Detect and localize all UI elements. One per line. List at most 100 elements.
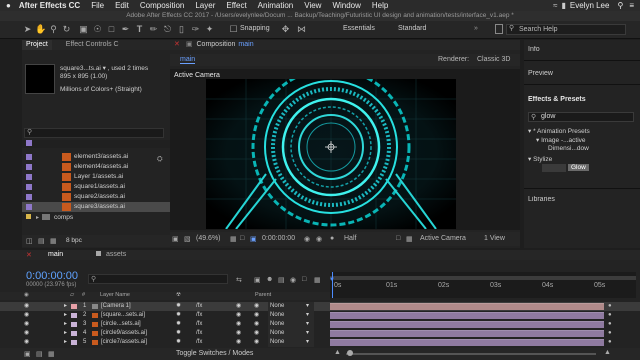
parent-pickwhip-icon[interactable]: ◉ (254, 338, 259, 347)
trash-icon[interactable]: ◫ (26, 237, 33, 245)
region-icon[interactable]: ▣ (250, 235, 257, 243)
layer-name[interactable]: [circle9/assets.ai] (101, 329, 147, 338)
menu-composition[interactable]: Composition (140, 1, 184, 10)
layer-switch-icon[interactable]: ✹ (176, 311, 181, 320)
expand-layer-switches-icon[interactable]: ▣ (24, 350, 31, 358)
timeline-tab-assets[interactable]: assets (106, 251, 126, 258)
puppet-tool-icon[interactable]: ✦ (204, 24, 215, 35)
tree-image-active[interactable]: ▾ Image -...active (536, 136, 586, 144)
tab-composition[interactable]: Composition (197, 40, 236, 50)
layer-fx-icon[interactable]: /fx (196, 329, 202, 338)
layer-3d-icon[interactable]: ◉ (236, 311, 241, 320)
layer-fx-icon[interactable]: /fx (196, 320, 202, 329)
layer-duration-bar[interactable] (330, 303, 604, 310)
visibility-eye-icon[interactable]: ◉ (24, 302, 29, 311)
timeline-layer-row[interactable]: ◉ ▸ 2 [square...sets.ai] ✹ /fx ◉ ◉ None … (0, 311, 640, 320)
expand-layer-icon[interactable]: ▸ (64, 302, 67, 311)
parent-pickwhip-icon[interactable]: ◉ (254, 311, 259, 320)
layer-end-handle-icon[interactable]: ● (608, 311, 612, 320)
expand-layer-icon[interactable]: ▸ (64, 338, 67, 347)
layer-name-header[interactable]: Layer Name (100, 292, 130, 298)
parent-dropdown-arrow-icon[interactable]: ▾ (306, 311, 309, 320)
layer-fx-icon[interactable]: /fx (196, 302, 202, 311)
folder-expand-icon[interactable]: ▸ (36, 214, 39, 221)
snap-edges-icon[interactable]: ⋈ (296, 24, 307, 35)
layer-switch-icon[interactable]: ✹ (176, 329, 181, 338)
preview-panel-title[interactable]: Preview (528, 70, 553, 77)
menu-icon[interactable]: ≡ (629, 1, 634, 10)
expand-transfer-icon[interactable]: ▤ (36, 350, 43, 358)
layer-label-chip[interactable] (71, 304, 77, 309)
frame-blending-icon[interactable]: ▤ (278, 276, 285, 284)
layer-3d-icon[interactable]: ◉ (236, 329, 241, 338)
menu-file[interactable]: File (91, 1, 104, 10)
graph-editor-icon[interactable]: □ (302, 276, 306, 283)
battery-icon[interactable]: ▮ (561, 1, 565, 10)
magnification-icon[interactable]: ▧ (184, 235, 191, 243)
wifi-icon[interactable]: ≈ (553, 1, 557, 10)
roto-tool-icon[interactable]: ✑ (190, 24, 201, 35)
parent-pickwhip-icon[interactable]: ◉ (254, 320, 259, 329)
layer-label-chip[interactable] (71, 322, 77, 327)
layer-name[interactable]: [circle...sets.ai] (101, 320, 141, 329)
layer-fx-icon[interactable]: /fx (196, 338, 202, 347)
layer-3d-icon[interactable]: ◉ (236, 338, 241, 347)
workspace-overflow-icon[interactable]: » (474, 25, 478, 32)
visibility-eye-icon[interactable]: ◉ (24, 311, 29, 320)
timeline-tab-main[interactable]: main (48, 251, 63, 258)
menu-effect[interactable]: Effect (226, 1, 246, 10)
expand-layer-icon[interactable]: ▸ (64, 329, 67, 338)
layer-name[interactable]: [Camera 1] (101, 302, 131, 311)
resolution-dropdown[interactable]: Half (344, 235, 356, 242)
mask-visibility-icon[interactable]: □ (240, 235, 244, 242)
zoom-in-icon[interactable]: ▲ (604, 349, 611, 356)
snapping-checkbox-icon[interactable]: ☐ (228, 24, 239, 35)
menu-edit[interactable]: Edit (115, 1, 129, 10)
flowchart-icon[interactable]: ⛭ (157, 156, 163, 164)
layer-label-chip[interactable] (71, 313, 77, 318)
new-comp-icon[interactable]: ▦ (50, 237, 57, 245)
libraries-panel-title[interactable]: Libraries (528, 196, 555, 203)
playhead-handle-icon[interactable]: ▼ (329, 277, 335, 283)
visibility-eye-icon[interactable]: ◉ (24, 329, 29, 338)
grid-icon[interactable]: ▦ (230, 235, 237, 243)
rotate-tool-icon[interactable]: ↻ (61, 24, 72, 35)
timeline-close-icon[interactable]: ✕ (26, 251, 32, 259)
camera-view-dropdown[interactable]: Active Camera (420, 235, 466, 242)
layer-label-chip[interactable] (71, 340, 77, 345)
motion-blur-icon[interactable]: ◉ (290, 276, 296, 284)
visibility-eye-icon[interactable]: ◉ (24, 320, 29, 329)
project-file-row[interactable]: square1/assets.ai (22, 182, 170, 192)
parent-dropdown-arrow-icon[interactable]: ▾ (306, 329, 309, 338)
tab-composition-name[interactable]: main (238, 40, 253, 50)
layer-label-chip[interactable] (71, 331, 77, 336)
menu-layer[interactable]: Layer (195, 1, 215, 10)
layer-end-handle-icon[interactable]: ● (608, 338, 612, 347)
draft-3d-icon[interactable]: ▣ (254, 276, 261, 284)
layer-switch-icon[interactable]: ✹ (176, 338, 181, 347)
snapshot-icon[interactable]: ◉ (304, 235, 310, 243)
work-area-bar[interactable] (330, 276, 636, 280)
lock-icon[interactable]: ▣ (186, 40, 193, 50)
workspace-essentials[interactable]: Essentials (343, 25, 375, 32)
expand-layer-icon[interactable]: ▸ (64, 311, 67, 320)
show-channel-icon[interactable]: ◉ (316, 235, 322, 243)
playhead[interactable] (332, 272, 333, 298)
parent-pickwhip-icon[interactable]: ◉ (254, 302, 259, 311)
layer-3d-icon[interactable]: ◉ (236, 320, 241, 329)
menu-animation[interactable]: Animation (258, 1, 294, 10)
parent-header[interactable]: Parent (255, 292, 271, 298)
layer-switch-icon[interactable]: ✹ (176, 320, 181, 329)
always-preview-icon[interactable]: ▣ (172, 235, 179, 243)
layer-fx-icon[interactable]: /fx (196, 311, 202, 320)
eraser-tool-icon[interactable]: ▯ (176, 24, 187, 35)
visibility-eye-icon[interactable]: ◉ (24, 338, 29, 347)
viewer-area[interactable]: Active Camera (170, 69, 520, 230)
rectangle-tool-icon[interactable]: □ (106, 24, 117, 35)
layer-name[interactable]: [circle7/assets.ai] (101, 338, 147, 347)
hand-tool-icon[interactable]: ✋ (35, 24, 46, 35)
layer-duration-bar[interactable] (330, 321, 604, 328)
effects-presets-title[interactable]: Effects & Presets (528, 96, 586, 103)
timeline-search-input[interactable]: ⚲ (88, 274, 228, 284)
layer-3d-icon[interactable]: ◉ (236, 302, 241, 311)
